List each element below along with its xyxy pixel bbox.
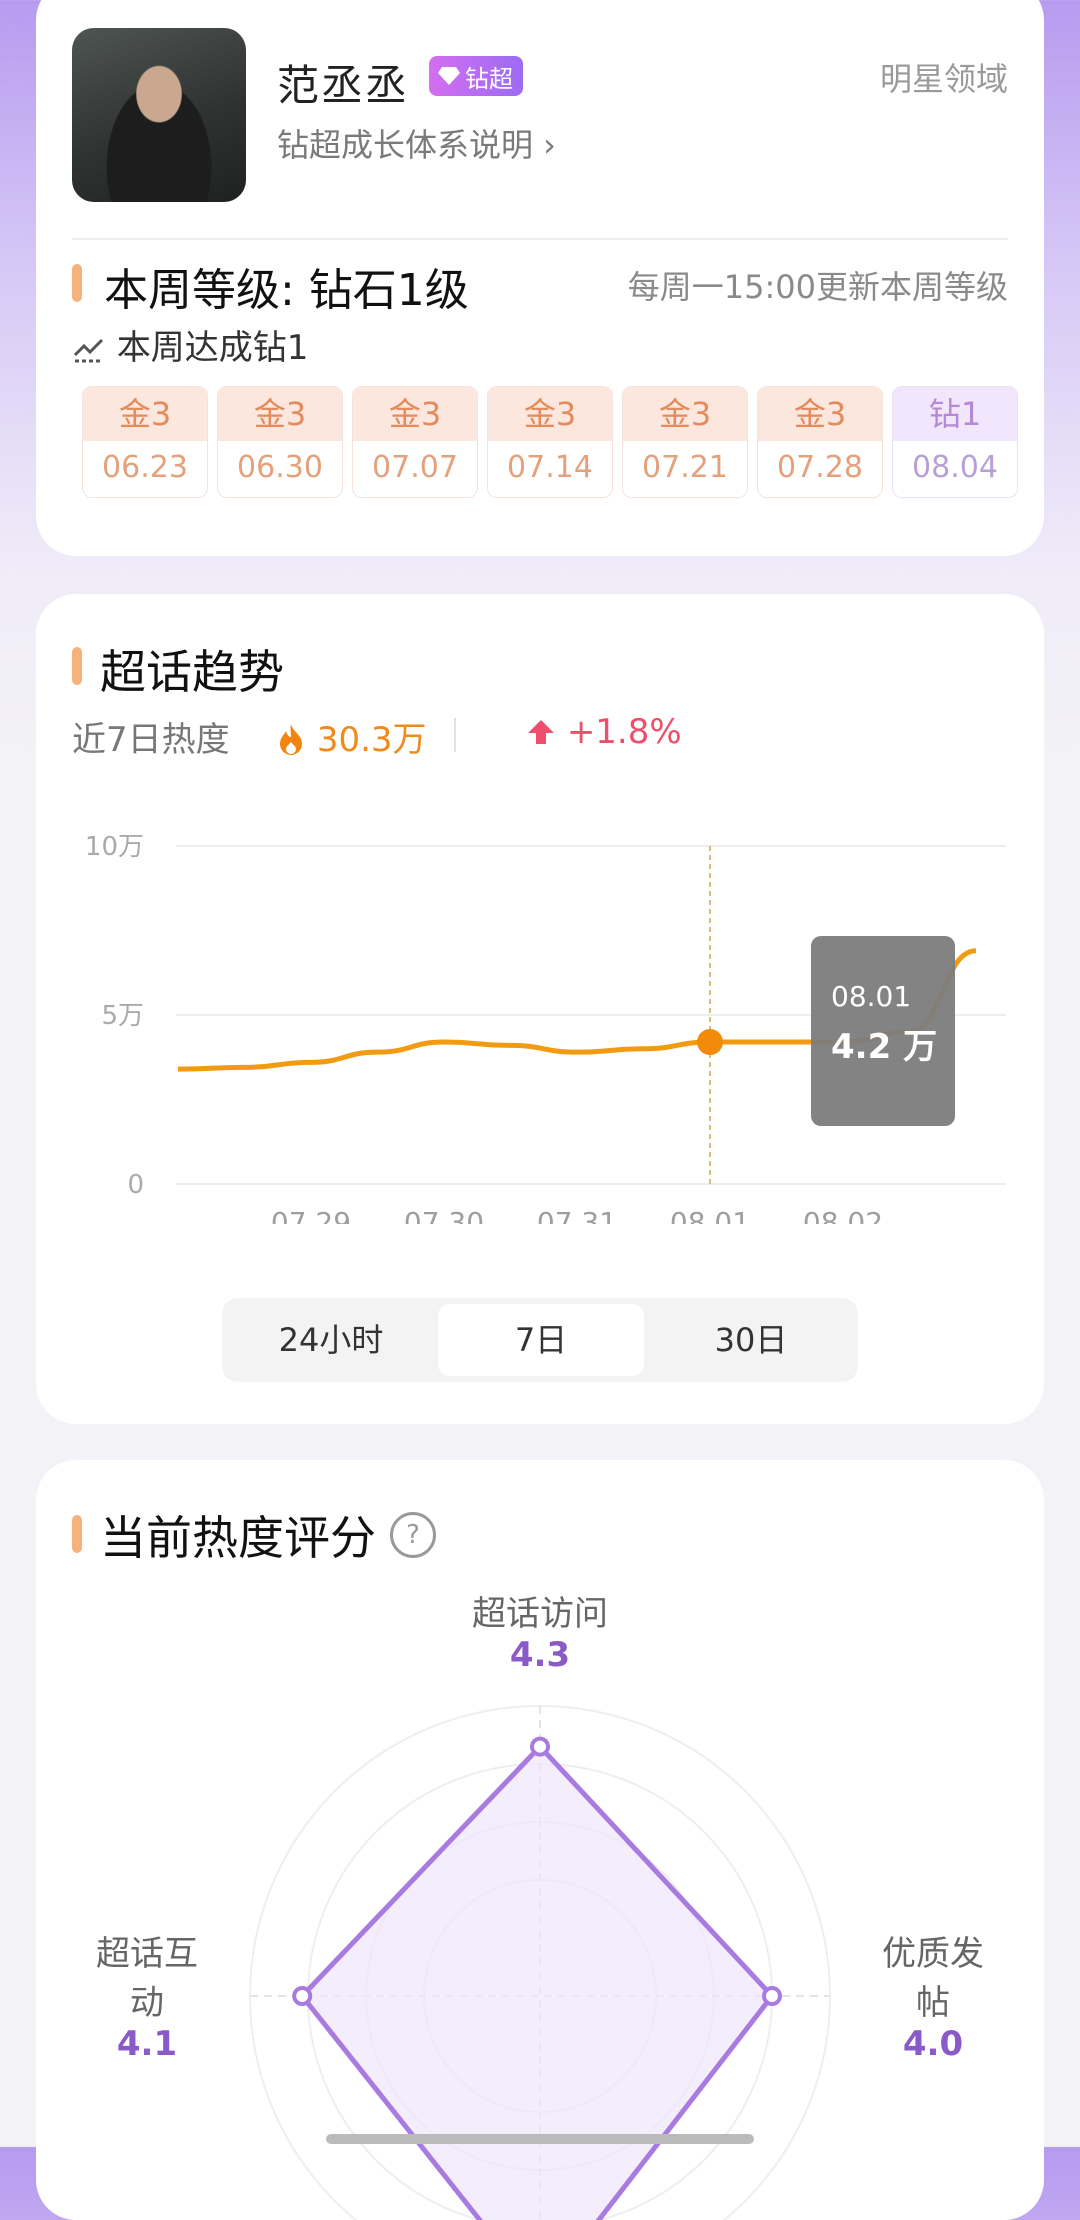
radar-axis-quality: 优质发帖 4.0 [858,1926,1008,2064]
radar-point [762,1986,782,2006]
radar-point [530,1736,550,1757]
level-card: 范丞丞 钻超 钻超成长体系说明 › 明星领域 本周等级: 钻石1级 每周一15:… [36,0,1044,556]
trend-line-chart[interactable]: 10万 5万 0 07.29 07.30 07.31 08.01 08.02 08.01 4.2 … [36,804,1044,1224]
week-level-chip: 金3 06.23 [82,386,208,498]
section-accent-bar [72,647,82,685]
heat-value-text: 30.3万 [316,720,427,760]
week-level-chip: 钻1 08.04 [892,386,1018,498]
x-tick-label: 08.01 [670,1206,750,1224]
trend-icon [73,338,104,363]
score-header: 当前热度评分 ? [100,1502,436,1568]
star-domain-label: 明星领域 [879,60,1008,98]
level-update-note: 每周一15:00更新本周等级 [627,268,1008,306]
radar-value: 4.1 [116,2024,178,2064]
y-tick-label: 0 [127,1170,144,1200]
question-circle-icon[interactable]: ? [390,1512,436,1558]
heat-change: +1.8% [526,712,682,752]
toggle-24h[interactable]: 24小时 [228,1304,434,1376]
heat-label: 近7日热度 [72,720,230,760]
radar-label: 优质发帖 [882,1934,984,2023]
week-level: 金3 [623,387,747,441]
score-title: 当前热度评分 [100,1511,376,1565]
week-date: 07.28 [758,441,882,497]
diamond-icon [438,67,460,85]
weekly-level-title: 本周等级: 钻石1级 [104,265,469,316]
user-name: 范丞丞 [277,61,410,110]
tooltip-date: 08.01 [831,980,911,1013]
range-toggle: 24小时 7日 30日 [222,1298,858,1382]
week-level-chip: 金3 06.30 [217,386,343,498]
score-radar-chart [249,1705,831,2220]
radar-value: 4.0 [902,2024,964,2064]
week-level: 金3 [488,387,612,441]
y-tick-label: 10万 [85,832,144,862]
week-level: 金3 [353,387,477,441]
week-level: 金3 [83,387,207,441]
radar-label: 超话访问 [472,1594,608,1634]
radar-area [299,1744,775,2220]
week-date: 07.21 [623,441,747,497]
flame-icon [280,724,302,755]
avatar[interactable] [72,28,246,202]
radar-axis-visit: 超话访问 4.3 [440,1586,640,1675]
home-indicator[interactable] [326,2134,754,2144]
badge-label: 钻超 [465,64,513,93]
up-arrow-icon [528,720,554,744]
divider [72,238,1008,240]
score-card: 当前热度评分 ? 超话访问 4.3 优质发帖 4.0 超话互动 4.1 [36,1460,1044,2220]
radar-label: 超话互动 [96,1934,198,2023]
week-level-chip: 金3 07.14 [487,386,613,498]
radar-point [292,1986,313,2006]
tooltip-value: 4.2 万 [831,1027,937,1067]
week-level-chip: 金3 07.28 [757,386,883,498]
heat-change-text: +1.8% [566,712,682,752]
week-date: 06.23 [83,441,207,497]
x-tick-label: 08.02 [803,1206,883,1224]
week-level: 钻1 [893,387,1017,441]
week-date: 08.04 [893,441,1017,497]
x-tick-label: 07.29 [271,1206,351,1224]
highlight-point [697,1029,723,1056]
week-date: 07.07 [353,441,477,497]
heat-value: 30.3万 [276,712,427,761]
section-accent-bar [72,1515,82,1553]
separator [454,718,456,752]
week-level-chip: 金3 07.07 [352,386,478,498]
level-achieved: 本周达成钻1 [72,320,308,369]
weekly-level-history: 金3 06.23 金3 06.30 金3 07.07 金3 07.14 金3 07.21 金3 07.… [82,386,1018,498]
x-tick-label: 07.31 [537,1206,617,1224]
y-tick-label: 5万 [101,1001,144,1031]
toggle-7d[interactable]: 7日 [438,1304,644,1376]
diamond-badge: 钻超 [429,56,523,96]
growth-system-link[interactable]: 钻超成长体系说明 › [277,120,556,166]
section-accent-bar [72,264,82,302]
week-level: 金3 [218,387,342,441]
week-date: 06.30 [218,441,342,497]
week-level: 金3 [758,387,882,441]
week-level-chip: 金3 07.21 [622,386,748,498]
week-date: 07.14 [488,441,612,497]
radar-axis-interaction: 超话互动 4.1 [72,1926,222,2064]
level-achieved-text: 本周达成钻1 [116,328,309,368]
radar-value: 4.3 [509,1635,571,1675]
trend-card: 超话趋势 近7日热度 30.3万 +1.8% 10万 5万 0 07.29 07.30 0… [36,594,1044,1424]
trend-title: 超话趋势 [100,645,284,699]
toggle-30d[interactable]: 30日 [648,1304,854,1376]
x-tick-label: 07.30 [404,1206,484,1224]
